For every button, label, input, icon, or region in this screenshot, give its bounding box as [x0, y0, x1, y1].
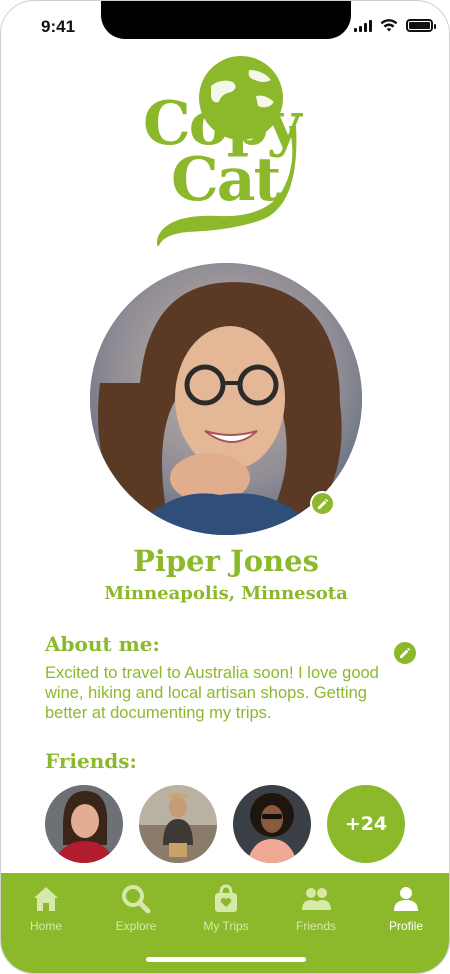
more-friends-button[interactable]: +24: [327, 785, 405, 863]
profile-name: Piper Jones: [133, 544, 319, 578]
friend-avatar[interactable]: [139, 785, 217, 863]
pencil-icon: [317, 498, 328, 509]
tab-home[interactable]: Home: [1, 873, 91, 973]
status-icons: [354, 19, 436, 32]
phone-screen: 9:41 Copy Cat Piper Jones Minneapolis, M…: [0, 0, 450, 974]
tab-label: Profile: [388, 919, 423, 933]
tab-label: Explore: [115, 919, 157, 933]
bag-icon: [215, 884, 237, 912]
notch: [101, 1, 351, 39]
home-indicator[interactable]: [146, 957, 306, 962]
logo-text-line2: Cat: [171, 145, 281, 215]
friends-list: +24: [45, 785, 405, 863]
tab-label: Friends: [295, 919, 336, 933]
friend-avatar[interactable]: [233, 785, 311, 863]
friend-avatar[interactable]: [45, 785, 123, 863]
pencil-icon: [400, 647, 411, 658]
tab-label: Home: [29, 919, 62, 933]
friends-title: Friends:: [45, 749, 137, 773]
profile-photo-container: [90, 263, 362, 535]
about-text: Excited to travel to Australia soon! I l…: [45, 664, 379, 722]
profile-icon: [394, 887, 418, 911]
search-icon: [122, 885, 151, 914]
status-bar: 9:41: [1, 1, 449, 51]
cellular-signal-icon: [354, 19, 372, 32]
about-title: About me:: [45, 632, 160, 656]
friends-icon: [302, 888, 331, 910]
battery-icon: [406, 19, 436, 32]
status-time: 9:41: [41, 17, 76, 36]
edit-photo-button[interactable]: [310, 491, 335, 516]
profile-location: Minneapolis, Minnesota: [104, 583, 348, 604]
tab-profile[interactable]: Profile: [361, 873, 449, 973]
wifi-icon: [380, 19, 398, 32]
tab-label: My Trips: [203, 919, 249, 933]
home-icon: [34, 887, 58, 911]
copycat-logo: Copy Cat: [131, 56, 321, 246]
